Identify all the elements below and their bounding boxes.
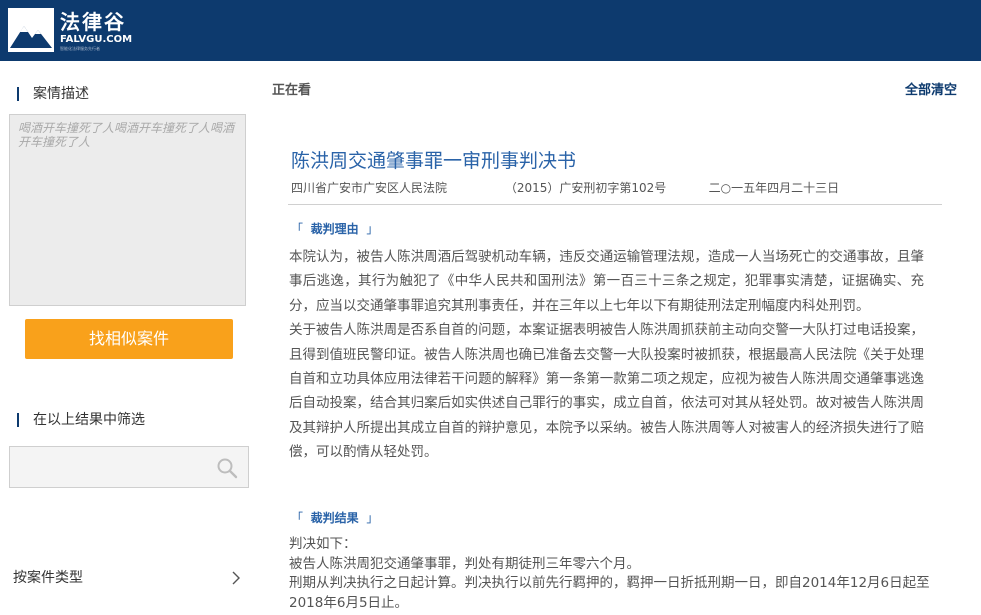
logo[interactable]: 法律谷 FALVGU.COM 智能化法律服务先行者 xyxy=(8,8,148,54)
result-label: 裁判结果 xyxy=(310,511,359,525)
reasoning-label: 裁判理由 xyxy=(310,222,359,236)
logo-name: 法律谷 xyxy=(60,10,126,34)
logo-tagline: 智能化法律服务先行者 xyxy=(60,46,100,51)
bracket-open: 「 xyxy=(291,222,304,236)
filter-results-title: 在以上结果中筛选 xyxy=(17,411,145,429)
result-text: 判决如下： 被告人陈洪周犯交通肇事罪，判处有期徒刑三年零六个月。 刑期从判决执行… xyxy=(289,535,949,613)
bracket-close: 」 xyxy=(366,511,379,525)
logo-domain: FALVGU.COM xyxy=(60,34,133,45)
divider xyxy=(288,204,942,205)
main-content: 正在看 全部清空 陈洪周交通肇事罪一审刑事判决书 四川省广安市广安区人民法院 （… xyxy=(260,61,981,615)
case-type-label: 按案件类型 xyxy=(13,570,83,586)
bracket-close: 」 xyxy=(366,222,379,236)
reasoning-section-label: 「 裁判理由 」 xyxy=(291,221,378,237)
sidebar: 案情描述 喝酒开车撞死了人喝酒开车撞死了人喝酒开车撞死了人 找相似案件 在以上结… xyxy=(0,61,260,615)
case-number: （2015）广安刑初字第102号 xyxy=(504,181,667,195)
reasoning-text: 本院认为，被告人陈洪周酒后驾驶机动车辆，违反交通运输管理法规，造成一人当场死亡的… xyxy=(289,245,924,465)
find-similar-cases-button[interactable]: 找相似案件 xyxy=(25,319,233,359)
court-name: 四川省广安市广安区人民法院 xyxy=(291,181,448,195)
filter-search-input[interactable] xyxy=(9,446,249,488)
result-line: 判决如下： xyxy=(289,536,357,552)
judgment-date: 二○一五年四月二十三日 xyxy=(708,181,840,195)
chevron-right-icon xyxy=(232,571,240,585)
top-header: 法律谷 FALVGU.COM 智能化法律服务先行者 xyxy=(0,0,981,61)
result-section-label: 「 裁判结果 」 xyxy=(291,510,378,526)
mountain-logo-icon xyxy=(8,8,54,52)
reasoning-paragraph: 关于被告人陈洪周是否系自首的问题，本案证据表明被告人陈洪周抓获前主动向交警一大队… xyxy=(289,322,924,461)
case-description-title: 案情描述 xyxy=(17,85,89,103)
document-title[interactable]: 陈洪周交通肇事罪一审刑事判决书 xyxy=(291,149,576,173)
result-line: 被告人陈洪周犯交通肇事罪，判处有期徒刑三年零六个月。 xyxy=(289,555,640,572)
case-description-input[interactable]: 喝酒开车撞死了人喝酒开车撞死了人喝酒开车撞死了人 xyxy=(9,114,246,306)
search-icon[interactable] xyxy=(216,457,238,479)
clear-all-link[interactable]: 全部清空 xyxy=(905,83,957,99)
now-viewing-label: 正在看 xyxy=(272,83,312,98)
reasoning-paragraph: 本院认为，被告人陈洪周酒后驾驶机动车辆，违反交通运输管理法规，造成一人当场死亡的… xyxy=(289,249,924,314)
document-meta: 四川省广安市广安区人民法院 （2015）广安刑初字第102号 二○一五年四月二十… xyxy=(291,180,839,196)
bracket-open: 「 xyxy=(291,511,304,525)
result-line: 刑期从判决执行之日起计算。判决执行以前先行羁押的，羁押一日折抵刑期一日，即自20… xyxy=(289,575,930,611)
case-type-filter[interactable]: 按案件类型 xyxy=(13,568,245,588)
